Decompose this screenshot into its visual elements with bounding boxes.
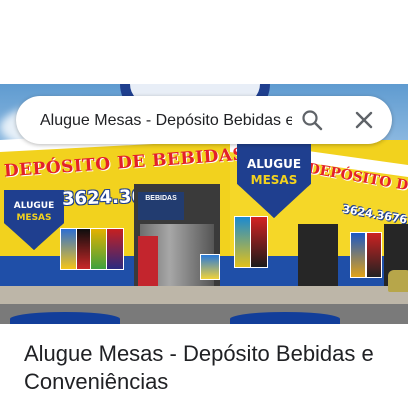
sidewalk: [0, 286, 408, 304]
blue-shape-right: [230, 312, 340, 324]
drinks-fridge: [138, 236, 158, 286]
blue-shape-left: [10, 312, 120, 324]
parked-car: [388, 270, 408, 292]
poster: [106, 228, 124, 270]
logo-small-line1: ALUGUE: [13, 201, 55, 211]
poster: [350, 232, 366, 278]
top-blank-area: [0, 0, 408, 84]
doorway-2: [298, 224, 338, 286]
poster: [250, 216, 268, 268]
poster: [200, 254, 220, 280]
logo-line2: MESAS: [250, 173, 298, 187]
logo-line1: ALUGUE: [246, 157, 302, 171]
door-sign: BEBIDAS: [138, 192, 184, 220]
search-bar[interactable]: Alugue Mesas - Depósito Bebidas e: [16, 96, 392, 144]
place-title: Alugue Mesas - Depósito Bebidas e Conven…: [24, 341, 374, 394]
close-icon[interactable]: [352, 108, 376, 132]
poster: [366, 232, 382, 278]
search-input[interactable]: Alugue Mesas - Depósito Bebidas e: [40, 110, 292, 132]
search-icon[interactable]: [300, 108, 324, 132]
logo-small-line2: MESAS: [16, 213, 52, 223]
